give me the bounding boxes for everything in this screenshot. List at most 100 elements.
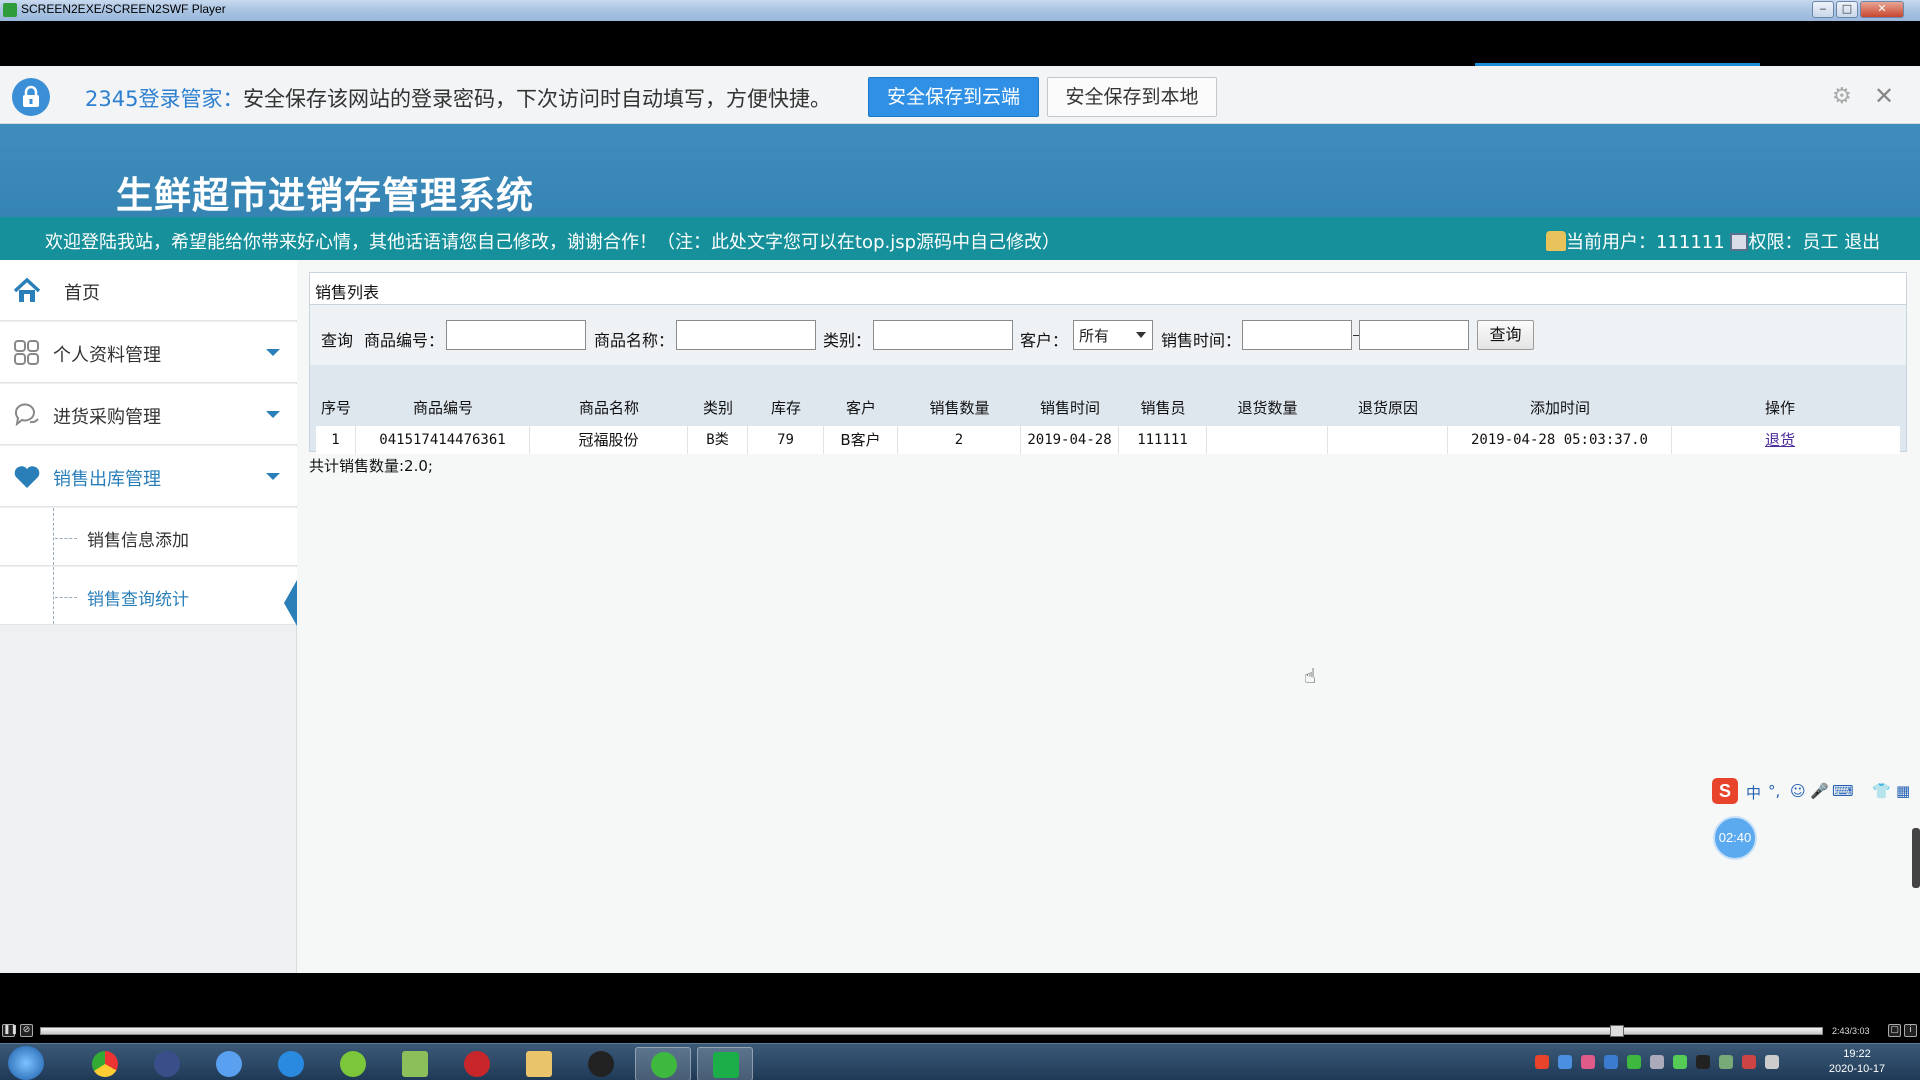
close-icon[interactable]: ✕ — [1874, 84, 1894, 108]
chevron-down-icon — [266, 411, 280, 418]
sales-list-panel: 销售列表 查询 商品编号： 商品名称： 类别： 客户： 所有 销售时间： 查询 — [309, 272, 1907, 454]
sidebar-item-home[interactable]: 首页 — [0, 260, 297, 321]
shield-icon[interactable] — [1604, 1055, 1618, 1069]
chevron-down-icon — [266, 473, 280, 480]
sidebar-subitem-sales-query[interactable]: 销售查询统计 — [0, 567, 297, 626]
seek-bar[interactable] — [40, 1027, 1823, 1035]
sidebar-item-label: 进货采购管理 — [53, 407, 161, 428]
save-cloud-button[interactable]: 安全保存到云端 — [868, 77, 1039, 117]
tray-icon[interactable] — [1650, 1055, 1664, 1069]
col-sale-date: 销售时间 — [1039, 399, 1100, 417]
minimize-button[interactable]: ‒ — [1812, 1, 1834, 18]
cell-customer: B客户 — [824, 426, 898, 454]
network-icon[interactable] — [1673, 1055, 1687, 1069]
ime-voice-icon[interactable]: 🎤 — [1810, 782, 1829, 800]
ime-emoji-icon[interactable]: ☺ — [1790, 782, 1806, 800]
hand-cursor-icon: ☝ — [1304, 664, 1317, 688]
qq-tray-icon[interactable] — [1696, 1055, 1710, 1069]
tree-branch — [55, 597, 77, 598]
col-code: 商品编号 — [412, 399, 473, 417]
edge-scroll-handle[interactable] — [1912, 828, 1920, 888]
site-title: 生鲜超市进销存管理系统 — [116, 174, 534, 217]
window-titlebar: SCREEN2EXE/SCREEN2SWF Player ‒ □ ✕ — [0, 0, 1920, 21]
maximize-button[interactable]: □ — [1836, 1, 1858, 18]
fullscreen-icon[interactable]: ▢ — [1888, 1024, 1901, 1037]
tray-icon[interactable] — [1558, 1055, 1572, 1069]
dropdown-arrow-icon — [1136, 332, 1146, 338]
sidebar-item-sales[interactable]: 销售出库管理 — [0, 446, 297, 507]
cell-stock: 79 — [748, 426, 824, 454]
cell-seller: 111111 — [1119, 426, 1207, 454]
wechat-taskbar-icon[interactable] — [635, 1047, 691, 1080]
current-user: 111111 — [1656, 232, 1725, 253]
start-button[interactable] — [8, 1046, 44, 1080]
sidebar-item-label: 销售出库管理 — [53, 469, 161, 490]
browser-taskbar-icon[interactable] — [263, 1047, 319, 1080]
logout-link[interactable]: 退出 — [1844, 232, 1880, 253]
file-explorer-taskbar-icon[interactable] — [511, 1047, 567, 1080]
seek-thumb[interactable] — [1610, 1025, 1624, 1037]
grid-icon — [12, 339, 42, 367]
time-from-input[interactable] — [1242, 320, 1352, 350]
stop-icon[interactable]: ⊘ — [20, 1024, 33, 1037]
col-return-qty: 退货数量 — [1237, 399, 1298, 417]
time-to-input[interactable] — [1359, 320, 1469, 350]
floating-timer[interactable]: 02:40 — [1713, 816, 1757, 860]
ime-lang-toggle[interactable]: 中 — [1746, 782, 1761, 803]
tray-icon[interactable] — [1581, 1055, 1595, 1069]
tray-icon[interactable] — [1719, 1055, 1733, 1069]
tree-line — [53, 567, 54, 624]
wechat-tray-icon[interactable] — [1627, 1055, 1641, 1069]
lock-icon — [12, 78, 50, 116]
info-icon[interactable]: i — [1904, 1024, 1917, 1037]
clock[interactable]: 19:22 2020-10-17 — [1822, 1047, 1892, 1077]
cell-added: 2019-04-28 05:03:37.0 — [1448, 426, 1672, 454]
sidebar-item-purchase[interactable]: 进货采购管理 — [0, 384, 297, 445]
ime-skin-icon[interactable]: 👕 — [1872, 782, 1891, 800]
sogou-logo-icon[interactable]: S — [1712, 778, 1738, 804]
app-icon — [3, 3, 17, 17]
col-seq: 序号 — [320, 399, 351, 417]
category-input[interactable] — [873, 320, 1013, 350]
document-taskbar-icon[interactable] — [387, 1047, 443, 1080]
chrome-taskbar-icon[interactable] — [77, 1047, 133, 1080]
sidebar-subitem-sales-add[interactable]: 销售信息添加 — [0, 508, 297, 566]
customer-label: 客户： — [1020, 331, 1069, 350]
ime-keyboard-icon[interactable]: ⌨ — [1832, 782, 1854, 800]
pause-icon[interactable]: ❚❚ — [2, 1024, 18, 1037]
query-button[interactable]: 查询 — [1477, 320, 1534, 350]
return-link[interactable]: 退货 — [1672, 426, 1888, 454]
active-indicator — [284, 580, 297, 626]
panel-header: 销售列表 — [310, 273, 1906, 305]
code-input[interactable] — [446, 320, 586, 350]
customer-select[interactable]: 所有 — [1073, 320, 1153, 350]
qq-taskbar-icon[interactable] — [573, 1047, 629, 1080]
save-local-button[interactable]: 安全保存到本地 — [1047, 77, 1217, 117]
close-window-button[interactable]: ✕ — [1860, 1, 1904, 18]
leaf-app-taskbar-icon[interactable] — [325, 1047, 381, 1080]
gear-icon[interactable]: ⚙ — [1832, 86, 1852, 108]
flash-taskbar-icon[interactable] — [449, 1047, 505, 1080]
query-label: 查询 — [321, 331, 354, 350]
sidebar-item-profile[interactable]: 个人资料管理 — [0, 322, 297, 383]
computer-icon — [1730, 233, 1749, 251]
app-taskbar-icon[interactable] — [139, 1047, 195, 1080]
col-return-reason: 退货原因 — [1357, 399, 1418, 417]
password-manager-bar: 2345登录管家： 安全保存该网站的登录密码，下次访问时自动填写，方便快捷。 安… — [0, 66, 1920, 124]
player-taskbar-icon[interactable] — [697, 1047, 753, 1080]
role: 员工 — [1802, 232, 1839, 253]
baidu-netdisk-taskbar-icon[interactable] — [201, 1047, 257, 1080]
ime-punct-icon[interactable]: °, — [1768, 782, 1780, 800]
action-center-icon[interactable] — [1765, 1055, 1779, 1069]
cell-category: B类 — [688, 426, 748, 454]
volume-icon[interactable] — [1742, 1055, 1756, 1069]
name-input[interactable] — [676, 320, 816, 350]
sogou-tray-icon[interactable] — [1535, 1055, 1549, 1069]
sidebar-subitem-label: 销售查询统计 — [87, 590, 189, 610]
heart-icon — [12, 463, 42, 491]
customer-selected: 所有 — [1079, 327, 1110, 345]
ime-menu-icon[interactable]: ▦ — [1896, 782, 1910, 800]
chat-icon — [12, 401, 42, 429]
clock-time: 19:22 — [1843, 1048, 1871, 1060]
name-label: 商品名称： — [594, 331, 675, 350]
